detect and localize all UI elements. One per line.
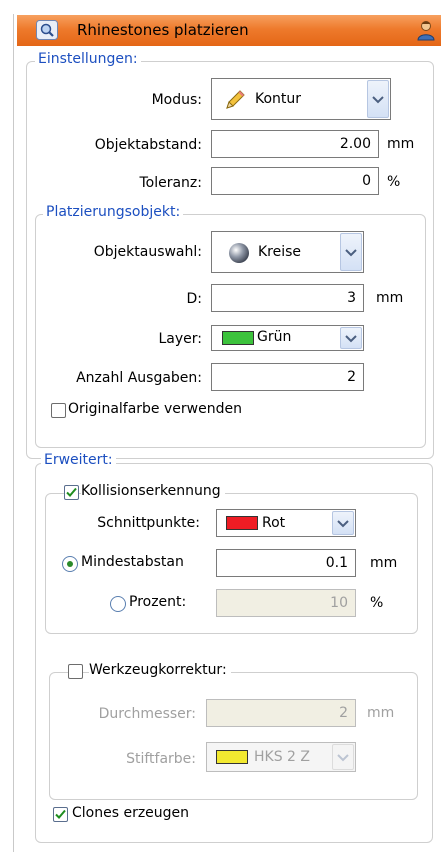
objektauswahl-label: Objektauswahl: bbox=[93, 244, 202, 260]
schnittpunkte-label: Schnittpunkte: bbox=[97, 515, 200, 531]
user-icon[interactable] bbox=[415, 19, 437, 41]
magnifier-icon bbox=[36, 20, 58, 40]
schnittpunkte-value: Rot bbox=[262, 515, 286, 531]
layer-select[interactable]: Grün bbox=[211, 325, 364, 351]
d-label: D: bbox=[186, 291, 203, 307]
durchmesser-input[interactable]: 2 bbox=[206, 699, 356, 727]
chevron-down-icon bbox=[337, 754, 349, 762]
mindestabstand-label[interactable]: Mindestabstan bbox=[81, 554, 184, 570]
chevron-down-icon bbox=[345, 249, 357, 257]
stiftfarbe-color-swatch bbox=[216, 750, 248, 764]
layer-label: Layer: bbox=[158, 331, 202, 347]
prozent-unit: % bbox=[370, 595, 384, 611]
prozent-input[interactable]: 10 bbox=[216, 589, 356, 617]
rhinestones-panel: Rhinestones platzieren Einstellungen: Mo… bbox=[0, 0, 441, 852]
platzierungsobjekt-legend: Platzierungsobjekt: bbox=[43, 204, 184, 220]
prozent-label[interactable]: Prozent: bbox=[129, 594, 186, 610]
stiftfarbe-select[interactable]: HKS 2 Z bbox=[206, 742, 356, 772]
durchmesser-label: Durchmesser: bbox=[98, 706, 196, 722]
d-input[interactable]: 3 bbox=[211, 284, 364, 312]
anzahl-ausgaben-input[interactable]: 2 bbox=[211, 363, 364, 391]
objektauswahl-value: Kreise bbox=[258, 244, 302, 260]
mindestabstand-input[interactable]: 0.1 bbox=[216, 549, 356, 577]
panel-title-bar[interactable]: Rhinestones platzieren bbox=[17, 15, 441, 47]
schnittpunkte-dropdown-button[interactable] bbox=[332, 511, 354, 535]
clones-label[interactable]: Clones erzeugen bbox=[72, 805, 189, 821]
schnittpunkte-color-swatch bbox=[226, 516, 258, 530]
toleranz-input[interactable]: 0 bbox=[211, 167, 379, 195]
originalfarbe-label[interactable]: Originalfarbe verwenden bbox=[68, 401, 242, 417]
kollision-label[interactable]: Kollisionserkennung bbox=[81, 483, 225, 499]
checkmark-icon bbox=[55, 809, 66, 819]
panel-left-border bbox=[13, 14, 14, 852]
mindestabstand-radio[interactable] bbox=[62, 556, 78, 572]
stiftfarbe-dropdown-button[interactable] bbox=[332, 744, 354, 770]
toleranz-label: Toleranz: bbox=[139, 175, 202, 191]
objektabstand-label: Objektabstand: bbox=[94, 137, 202, 153]
sphere-icon bbox=[228, 242, 250, 268]
stiftfarbe-label: Stiftfarbe: bbox=[126, 751, 196, 767]
checkmark-icon bbox=[66, 487, 77, 497]
layer-value: Grün bbox=[257, 329, 292, 345]
clones-checkbox[interactable] bbox=[53, 807, 68, 822]
einstellungen-legend: Einstellungen: bbox=[35, 51, 141, 67]
modus-label: Modus: bbox=[151, 92, 202, 108]
layer-color-swatch bbox=[222, 331, 254, 345]
modus-select[interactable]: Kontur bbox=[211, 78, 391, 120]
modus-value: Kontur bbox=[255, 91, 302, 107]
objektabstand-input[interactable]: 2.00 bbox=[211, 130, 379, 158]
werkzeug-label[interactable]: Werkzeugkorrektur: bbox=[89, 662, 231, 678]
objektauswahl-select[interactable]: Kreise bbox=[211, 231, 364, 273]
chevron-down-icon bbox=[345, 335, 357, 343]
chevron-down-icon bbox=[337, 520, 349, 528]
modus-dropdown-button[interactable] bbox=[367, 80, 389, 118]
toleranz-unit: % bbox=[387, 174, 401, 190]
objektauswahl-dropdown-button[interactable] bbox=[340, 233, 362, 271]
panel-content: Einstellungen: Modus: Kontur Objektabsta… bbox=[17, 46, 441, 852]
objektabstand-unit: mm bbox=[387, 136, 415, 152]
anzahl-ausgaben-label: Anzahl Ausgaben: bbox=[76, 370, 202, 386]
panel-title: Rhinestones platzieren bbox=[77, 21, 249, 39]
werkzeug-checkbox[interactable] bbox=[68, 664, 83, 679]
durchmesser-unit: mm bbox=[367, 705, 395, 721]
erweitert-legend: Erweitert: bbox=[41, 452, 116, 468]
werkzeug-group bbox=[49, 672, 418, 800]
originalfarbe-checkbox[interactable] bbox=[51, 403, 66, 418]
chevron-down-icon bbox=[372, 96, 384, 104]
mindestabstand-unit: mm bbox=[370, 555, 398, 571]
prozent-radio[interactable] bbox=[110, 596, 126, 612]
stiftfarbe-value: HKS 2 Z bbox=[254, 749, 310, 765]
schnittpunkte-select[interactable]: Rot bbox=[216, 509, 356, 537]
pencil-icon bbox=[224, 89, 246, 115]
kollision-checkbox[interactable] bbox=[64, 485, 79, 500]
d-unit: mm bbox=[376, 290, 404, 306]
layer-dropdown-button[interactable] bbox=[340, 327, 362, 349]
